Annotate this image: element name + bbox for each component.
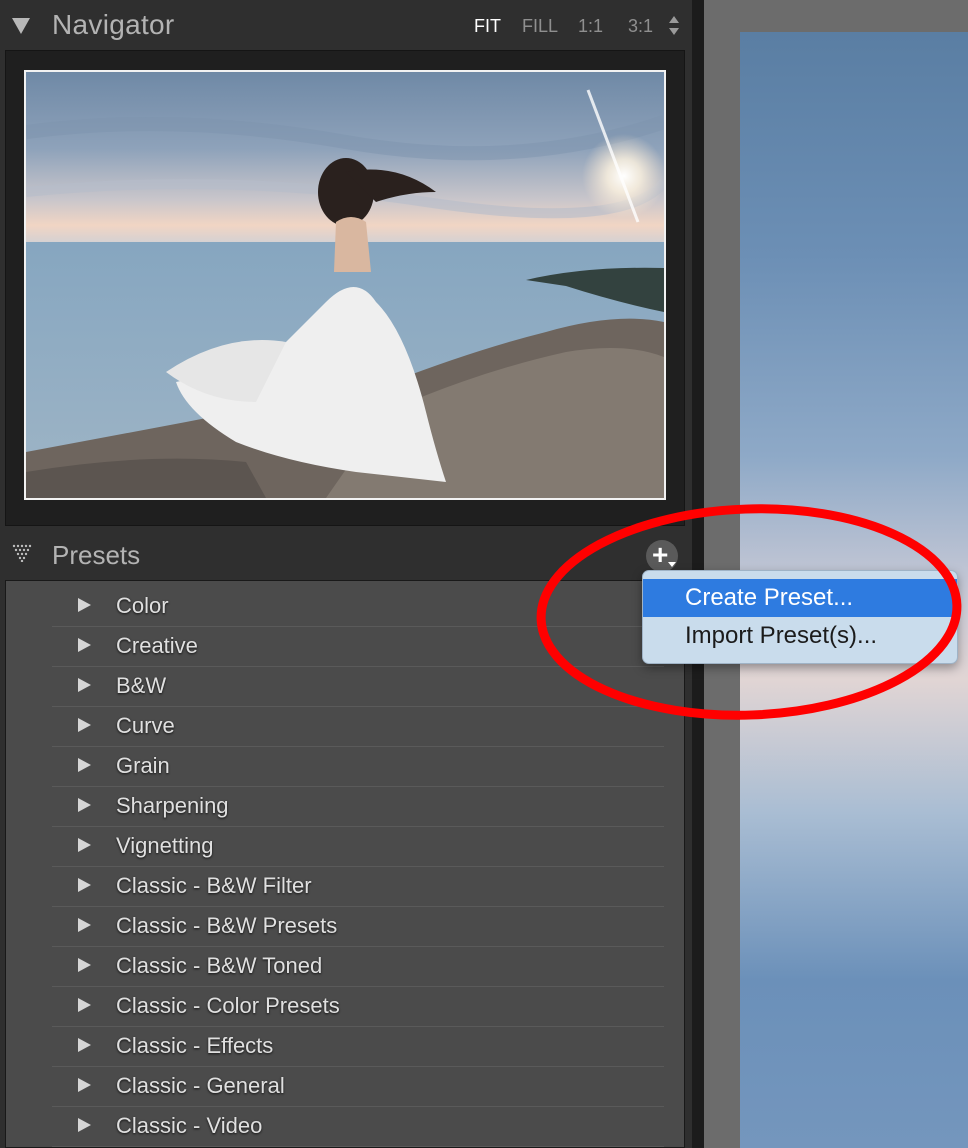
- expand-triangle-icon[interactable]: [78, 878, 91, 892]
- preset-folder-item[interactable]: Classic - B&W Filter: [52, 866, 664, 907]
- add-preset-button[interactable]: +: [646, 540, 678, 572]
- preset-folder-item[interactable]: Classic - Color Presets: [52, 986, 664, 1027]
- expand-triangle-icon[interactable]: [78, 1118, 91, 1132]
- navigator-header[interactable]: Navigator FIT FILL 1:1 3:1: [0, 0, 692, 50]
- menu-item-create-preset[interactable]: Create Preset...: [643, 579, 957, 617]
- presets-title: Presets: [52, 540, 141, 570]
- expand-triangle-icon[interactable]: [78, 678, 91, 692]
- preset-folder-label: Grain: [116, 753, 170, 778]
- preset-folder-item[interactable]: Classic - B&W Toned: [52, 946, 664, 987]
- preset-folder-item[interactable]: Classic - Video: [52, 1106, 664, 1147]
- preset-folder-item[interactable]: Vignetting: [52, 826, 664, 867]
- canvas-border: [704, 0, 968, 32]
- preset-folder-label: B&W: [116, 673, 167, 698]
- preset-folder-item[interactable]: Sharpening: [52, 786, 664, 827]
- zoom-stepper-icon[interactable]: [668, 16, 680, 38]
- preset-folder-item[interactable]: Classic - General: [52, 1066, 664, 1107]
- preset-folder-label: Vignetting: [116, 833, 214, 858]
- presets-collapse-icon[interactable]: [12, 544, 34, 562]
- expand-triangle-icon[interactable]: [78, 718, 91, 732]
- preset-folder-label: Classic - B&W Presets: [116, 913, 338, 938]
- expand-triangle-icon[interactable]: [78, 838, 91, 852]
- preset-folder-label: Classic - Video: [116, 1113, 263, 1138]
- navigator-preview-image[interactable]: [24, 70, 666, 500]
- expand-triangle-icon[interactable]: [78, 1078, 91, 1092]
- zoom-3-1[interactable]: 3:1: [628, 16, 653, 37]
- navigator-title: Navigator: [52, 9, 175, 40]
- add-preset-menu: Create Preset... Import Preset(s)...: [642, 570, 958, 664]
- expand-triangle-icon[interactable]: [78, 1038, 91, 1052]
- preset-folder-label: Sharpening: [116, 793, 229, 818]
- preset-folder-item[interactable]: Color: [52, 586, 664, 627]
- expand-triangle-icon[interactable]: [78, 998, 91, 1012]
- preset-folder-label: Curve: [116, 713, 175, 738]
- expand-triangle-icon[interactable]: [78, 598, 91, 612]
- preset-folder-item[interactable]: Classic - Effects: [52, 1026, 664, 1067]
- plus-icon: +: [652, 539, 669, 570]
- collapse-triangle-icon[interactable]: [12, 18, 30, 34]
- preset-folder-item[interactable]: Grain: [52, 746, 664, 787]
- preset-folder-item[interactable]: Curve: [52, 706, 664, 747]
- zoom-1-1[interactable]: 1:1: [578, 16, 603, 37]
- preset-folder-label: Classic - General: [116, 1073, 285, 1098]
- preset-folder-label: Classic - B&W Filter: [116, 873, 312, 898]
- expand-triangle-icon[interactable]: [78, 798, 91, 812]
- zoom-fill[interactable]: FILL: [522, 16, 558, 37]
- preset-folder-item[interactable]: B&W: [52, 666, 664, 707]
- dropdown-caret-icon: [668, 562, 676, 567]
- preset-folder-label: Classic - Effects: [116, 1033, 274, 1058]
- expand-triangle-icon[interactable]: [78, 758, 91, 772]
- expand-triangle-icon[interactable]: [78, 638, 91, 652]
- preset-folder-label: Creative: [116, 633, 198, 658]
- zoom-fit[interactable]: FIT: [474, 16, 501, 37]
- menu-item-import-presets[interactable]: Import Preset(s)...: [643, 617, 957, 655]
- preset-folder-label: Classic - Color Presets: [116, 993, 340, 1018]
- preset-folder-item[interactable]: Creative: [52, 626, 664, 667]
- preset-folder-label: Color: [116, 593, 169, 618]
- preset-folder-label: Classic - B&W Toned: [116, 953, 323, 978]
- expand-triangle-icon[interactable]: [78, 958, 91, 972]
- preset-folder-item[interactable]: Classic - B&W Presets: [52, 906, 664, 947]
- expand-triangle-icon[interactable]: [78, 918, 91, 932]
